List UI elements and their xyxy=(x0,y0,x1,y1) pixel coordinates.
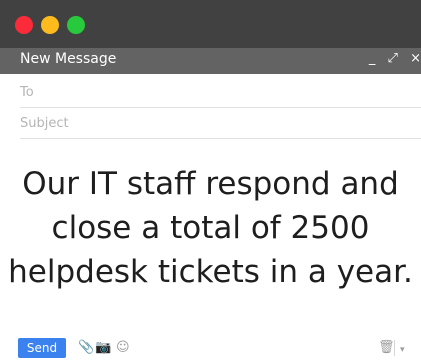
to-field[interactable]: To xyxy=(20,78,421,108)
minimize-icon[interactable]: _ xyxy=(369,51,376,66)
camera-icon[interactable]: 📷 xyxy=(95,340,111,356)
emoji-icon[interactable]: ☺ xyxy=(116,340,130,356)
compose-title: New Message xyxy=(20,51,117,67)
maximize-window-button[interactable] xyxy=(67,16,85,34)
minimize-window-button[interactable] xyxy=(41,16,59,34)
compose-header: New Message _ ⤢ × xyxy=(0,48,421,74)
send-button[interactable]: Send xyxy=(18,338,66,358)
message-body-line: helpdesk tickets in a year. xyxy=(8,254,413,290)
expand-icon[interactable]: ⤢ xyxy=(388,51,398,66)
compose-toolbar: Send 📎 📷 ☺ 🗑 ▾ xyxy=(0,338,421,360)
compose-header-controls: _ ⤢ × xyxy=(361,51,421,66)
more-options-icon[interactable]: ▾ xyxy=(400,342,405,358)
message-body-line: close a total of 2500 xyxy=(51,210,370,246)
trash-icon[interactable]: 🗑 xyxy=(378,340,395,356)
subject-field[interactable]: Subject xyxy=(20,109,421,139)
toolbar-divider xyxy=(394,340,395,356)
email-compose-window: New Message _ ⤢ × To Subject Our IT staf… xyxy=(0,0,421,360)
message-body-line: Our IT staff respond and xyxy=(22,166,399,202)
close-window-button[interactable] xyxy=(15,16,33,34)
close-icon[interactable]: × xyxy=(410,51,421,66)
attach-icon[interactable]: 📎 xyxy=(78,340,94,356)
message-body[interactable]: Our IT staff respond and close a total o… xyxy=(0,162,421,294)
window-titlebar xyxy=(0,0,421,48)
